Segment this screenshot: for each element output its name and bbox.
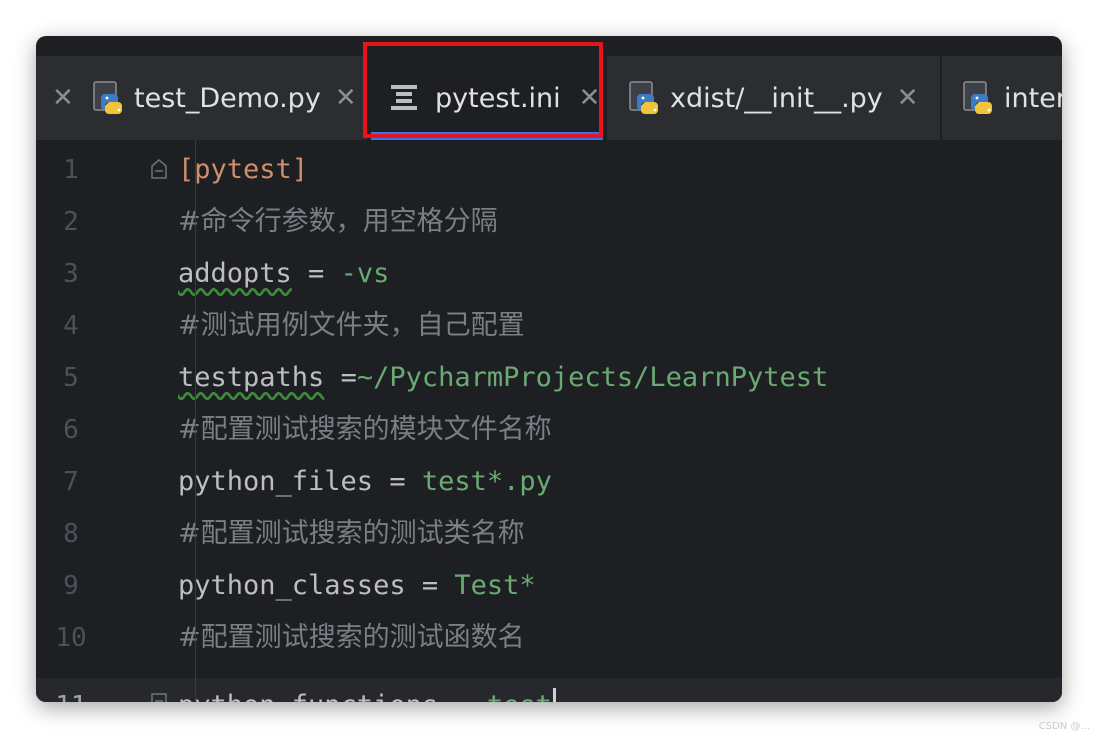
indent-guide <box>195 140 196 702</box>
section-header: [pytest] <box>178 154 309 185</box>
tab-label: test_Demo.py <box>134 82 321 114</box>
code-line: 3 addopts = -vs <box>36 248 1062 300</box>
code-line: 9 python_classes = Test* <box>36 560 1062 612</box>
code-text: [pytest] <box>178 144 308 196</box>
line-number: 2 <box>63 207 79 237</box>
tab-label: inter <box>1004 82 1062 114</box>
python-file-icon <box>93 81 122 114</box>
line-number: 6 <box>63 415 79 445</box>
code-line: 4 #测试用例文件夹，自己配置 <box>36 300 1062 352</box>
code-text: python_classes = Test* <box>178 560 536 612</box>
line-number: 11 <box>36 678 106 702</box>
line-number: 5 <box>63 363 79 393</box>
assign-operator: = <box>373 466 422 497</box>
config-value: ~/PycharmProjects/LearnPytest <box>356 362 829 393</box>
tab-inter[interactable]: inter <box>962 56 1062 140</box>
fold-end-icon[interactable] <box>150 692 168 702</box>
config-key: python_classes <box>178 570 406 601</box>
config-value: -vs <box>340 258 390 289</box>
comment-text: #配置测试搜索的测试类名称 <box>178 518 525 549</box>
highlight-box <box>363 42 603 138</box>
code-line: 6 #配置测试搜索的模块文件名称 <box>36 404 1062 456</box>
line-number: 4 <box>63 311 79 341</box>
watermark: CSDN @... <box>1038 721 1090 732</box>
tab-test-demo[interactable]: test_Demo.py ✕ <box>92 56 357 140</box>
config-key: python_files <box>178 466 374 497</box>
assign-operator: = <box>438 690 487 702</box>
assign-operator: = <box>324 362 357 393</box>
text-cursor <box>552 687 556 702</box>
comment-text: #配置测试搜索的测试函数名 <box>178 622 525 653</box>
code-line: 7 python_files = test*.py <box>36 456 1062 508</box>
code-line-current: 11 python_functions = test <box>36 678 1062 702</box>
comment-text: #测试用例文件夹，自己配置 <box>178 310 525 341</box>
code-text: #配置测试搜索的测试函数名 <box>178 612 525 664</box>
code-text: testpaths =~/PycharmProjects/LearnPytest <box>178 352 828 404</box>
code-text: #配置测试搜索的模块文件名称 <box>178 404 552 456</box>
close-icon[interactable]: ✕ <box>52 85 74 111</box>
tab-close-button[interactable]: ✕ <box>38 56 74 140</box>
close-icon[interactable]: ✕ <box>335 85 357 111</box>
fold-icon[interactable] <box>150 158 168 180</box>
line-number: 10 <box>55 623 87 653</box>
line-number: 7 <box>63 467 79 497</box>
tab-xdist-init[interactable]: xdist/__init__.py ✕ <box>628 56 919 140</box>
line-number: 9 <box>63 571 79 601</box>
code-line: 2 #命令行参数，用空格分隔 <box>36 196 1062 248</box>
config-key: python_functions <box>178 690 438 702</box>
tab-label: xdist/__init__.py <box>670 82 883 114</box>
comment-text: #配置测试搜索的模块文件名称 <box>178 414 552 445</box>
config-value: test*.py <box>421 466 552 497</box>
line-number: 8 <box>63 519 79 549</box>
code-editor[interactable]: 1 [pytest] 2 #命令行参数，用空格分隔 3 addopts = -v… <box>36 140 1062 702</box>
code-text: #配置测试搜索的测试类名称 <box>178 508 525 560</box>
assign-operator: = <box>291 258 341 289</box>
code-line: 1 [pytest] <box>36 144 1062 196</box>
line-number: 3 <box>63 259 79 289</box>
python-file-icon <box>629 81 658 114</box>
config-value: Test* <box>454 570 536 601</box>
config-key: testpaths <box>178 362 325 393</box>
code-text[interactable]: python_functions = test <box>178 678 556 702</box>
code-line: 10 #配置测试搜索的测试函数名 <box>36 612 1062 664</box>
assign-operator: = <box>405 570 455 601</box>
close-icon[interactable]: ✕ <box>897 85 919 111</box>
code-text: #测试用例文件夹，自己配置 <box>178 300 525 352</box>
code-text: python_files = test*.py <box>178 456 552 508</box>
comment-text: #命令行参数，用空格分隔 <box>178 206 498 237</box>
line-number: 1 <box>63 155 79 185</box>
tab-separator <box>940 56 942 140</box>
code-text: addopts = -vs <box>178 248 389 300</box>
code-line: 5 testpaths =~/PycharmProjects/LearnPyte… <box>36 352 1062 404</box>
code-text: #命令行参数，用空格分隔 <box>178 196 498 248</box>
config-value: test <box>487 690 552 702</box>
code-line: 8 #配置测试搜索的测试类名称 <box>36 508 1062 560</box>
python-file-icon <box>963 81 992 114</box>
